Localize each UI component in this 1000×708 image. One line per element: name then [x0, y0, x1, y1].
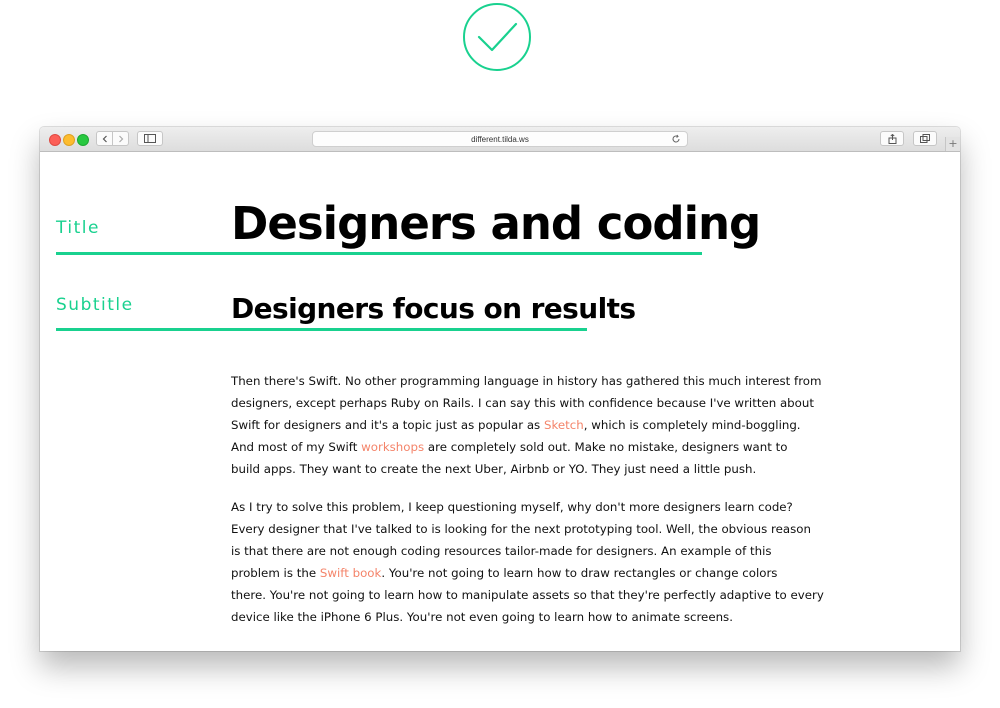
text-line: Then there's Swift. No other programming… — [231, 374, 822, 388]
text-line: Every designer that I've talked to is lo… — [231, 522, 811, 536]
browser-toolbar: different.tilda.ws + — [40, 127, 960, 152]
article-subtitle: Designers focus on results — [231, 292, 636, 325]
reload-icon[interactable] — [671, 134, 681, 144]
inline-link-sketch[interactable]: Sketch — [544, 418, 584, 432]
text-line: is that there are not enough coding reso… — [231, 544, 772, 558]
article-title: Designers and coding — [231, 197, 761, 250]
text-line: designers, except perhaps Ruby on Rails.… — [231, 396, 814, 410]
close-window-button[interactable] — [49, 134, 61, 146]
text-line: there. You're not going to learn how to … — [231, 588, 824, 602]
text-line: problem is the Swift book. You're not go… — [231, 566, 778, 580]
title-underline — [56, 252, 702, 255]
sidebar-toggle-button[interactable] — [137, 131, 163, 146]
browser-window: different.tilda.ws + Title Designers and… — [40, 127, 960, 651]
text-line: Swift for designers and it's a topic jus… — [231, 418, 801, 432]
page-content: Title Designers and coding Subtitle Desi… — [40, 152, 960, 651]
share-icon — [888, 133, 896, 144]
checkmark-circle-icon — [463, 3, 531, 71]
inline-link-swift-book[interactable]: Swift book — [320, 566, 382, 580]
sidebar-icon — [144, 134, 156, 143]
text-line: As I try to solve this problem, I keep q… — [231, 500, 793, 514]
article-body: Then there's Swift. No other programming… — [231, 370, 824, 628]
subtitle-label: Subtitle — [56, 295, 134, 315]
paragraph-2: As I try to solve this problem, I keep q… — [231, 496, 824, 628]
chevron-left-icon — [102, 135, 107, 142]
tabs-overview-button[interactable] — [913, 131, 937, 146]
minimize-window-button[interactable] — [63, 134, 75, 146]
inline-link-workshops[interactable]: workshops — [361, 440, 424, 454]
address-bar[interactable]: different.tilda.ws — [312, 131, 688, 147]
chevron-right-icon — [118, 135, 123, 142]
paragraph-1: Then there's Swift. No other programming… — [231, 370, 822, 480]
tabs-icon — [920, 134, 930, 143]
subtitle-underline — [56, 328, 587, 331]
url-text: different.tilda.ws — [471, 134, 529, 144]
back-button[interactable] — [96, 131, 113, 146]
maximize-window-button[interactable] — [77, 134, 89, 146]
text-line: device like the iPhone 6 Plus. You're no… — [231, 610, 733, 624]
text-line: And most of my Swift workshops are compl… — [231, 440, 788, 454]
forward-button[interactable] — [112, 131, 129, 146]
title-label: Title — [56, 218, 100, 238]
text-line: build apps. They want to create the next… — [231, 462, 757, 476]
new-tab-button[interactable]: + — [945, 137, 960, 151]
share-button[interactable] — [880, 131, 904, 146]
